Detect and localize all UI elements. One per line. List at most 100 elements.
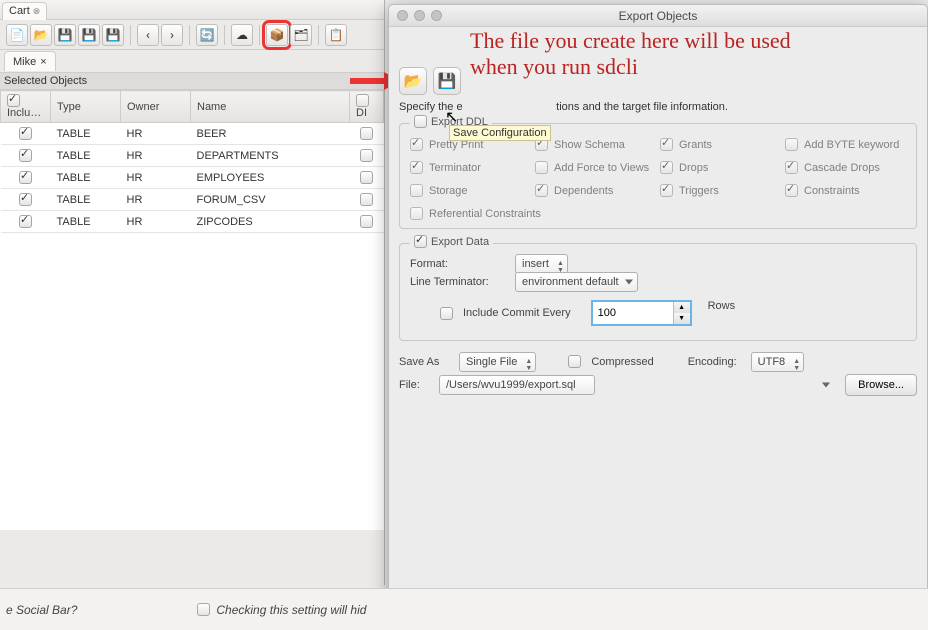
open-config-button[interactable]: 📂 [399, 67, 427, 95]
opt-terminator[interactable]: Terminator [410, 161, 531, 174]
cart-toolbar: 📄 📂 💾 💾 💾 ‹ › 🔄 ☁ 📦 🗂 📋 [0, 20, 384, 50]
save-icon: 💾 [438, 72, 457, 90]
row-include-checkbox[interactable] [19, 193, 32, 206]
opt-storage[interactable]: Storage [410, 184, 531, 197]
save-config-tooltip: Save Configuration [449, 125, 551, 141]
minimize-window-button[interactable] [414, 10, 425, 21]
save-as-select[interactable]: Single File ▲▼ [459, 356, 536, 368]
row-owner: HR [121, 145, 191, 167]
opt-show-schema[interactable]: Show Schema [535, 138, 656, 151]
table-row[interactable]: TABLEHRZIPCODES [1, 211, 384, 233]
opt-dependents[interactable]: Dependents [535, 184, 656, 197]
row-type: TABLE [51, 189, 121, 211]
col-type[interactable]: Type [51, 91, 121, 123]
row-include-checkbox[interactable] [19, 127, 32, 140]
opt-triggers[interactable]: Triggers [660, 184, 781, 197]
open-icon: 📂 [34, 28, 49, 42]
chevron-left-icon: ‹ [146, 28, 150, 42]
opt-ref-constraints[interactable]: Referential Constraints [410, 207, 906, 220]
new-cart-button[interactable]: 📄 [6, 24, 28, 46]
row-ddl-checkbox[interactable] [360, 127, 373, 140]
cart-tab[interactable]: Cart ⊗ [2, 2, 47, 20]
col-name[interactable]: Name [191, 91, 350, 123]
save-as-button[interactable]: 💾 [78, 24, 100, 46]
row-ddl-checkbox[interactable] [360, 171, 373, 184]
format-label: Format: [410, 258, 505, 270]
open-cart-button[interactable]: 📂 [30, 24, 52, 46]
opt-add-byte[interactable]: Add BYTE keyword [785, 138, 906, 151]
close-window-button[interactable] [397, 10, 408, 21]
col-include[interactable]: Inclu… [1, 91, 51, 123]
export-data-group-title: Export Data [410, 235, 493, 248]
back-button[interactable]: ‹ [137, 24, 159, 46]
refresh-icon: 🔄 [200, 28, 215, 42]
row-type: TABLE [51, 167, 121, 189]
export-data-group: Export Data Format: insert ▲▼ Line Termi… [399, 243, 917, 341]
cloud-button[interactable]: ☁ [231, 24, 253, 46]
diff-button[interactable]: 🗂 [290, 24, 312, 46]
encoding-select[interactable]: UTF8 ▲▼ [751, 356, 805, 368]
compressed-checkbox[interactable] [568, 355, 581, 368]
close-icon[interactable]: ⊗ [33, 6, 41, 17]
file-path-combo[interactable]: /Users/wvu1999/export.sql [439, 379, 835, 391]
save-cart-button[interactable]: 💾 [54, 24, 76, 46]
col-owner[interactable]: Owner [121, 91, 191, 123]
dialog-titlebar[interactable]: Export Objects [389, 5, 927, 27]
window-controls[interactable] [397, 10, 442, 21]
dialog-body: 📂 💾 ↖ Save Configuration Specify the eSa… [389, 27, 927, 396]
hide-social-bar-checkbox[interactable] [197, 603, 210, 616]
include-all-checkbox[interactable] [7, 94, 20, 107]
copy-icon: 📋 [329, 28, 344, 42]
row-type: TABLE [51, 211, 121, 233]
row-ddl-checkbox[interactable] [360, 193, 373, 206]
diff-icon: 🗂 [293, 28, 308, 42]
table-row[interactable]: TABLEHRBEER [1, 123, 384, 145]
row-include-checkbox[interactable] [19, 215, 32, 228]
browse-button[interactable]: Browse... [845, 374, 917, 396]
copy-button[interactable]: 📋 [325, 24, 347, 46]
commit-every-spinner[interactable]: ▲ ▼ [591, 300, 692, 326]
encoding-label: Encoding: [688, 356, 737, 368]
opt-constraints[interactable]: Constraints [785, 184, 906, 197]
commit-every-input[interactable] [593, 302, 673, 324]
export-objects-button[interactable]: 📦 [266, 24, 288, 46]
save-config-button[interactable]: 💾 [433, 67, 461, 95]
toolbar-separator [318, 25, 319, 45]
export-data-checkbox[interactable] [414, 235, 427, 248]
export-icon: 📦 [270, 28, 285, 42]
row-name: DEPARTMENTS [191, 145, 350, 167]
row-ddl-checkbox[interactable] [360, 149, 373, 162]
opt-cascade-drops[interactable]: Cascade Drops [785, 161, 906, 174]
row-include-checkbox[interactable] [19, 149, 32, 162]
row-include-checkbox[interactable] [19, 171, 32, 184]
cloud-icon: ☁ [236, 28, 248, 42]
close-icon[interactable]: × [40, 56, 46, 68]
updown-icon: ▲▼ [793, 358, 800, 372]
opt-add-force[interactable]: Add Force to Views [535, 161, 656, 174]
cart-subtab[interactable]: Mike × [4, 51, 56, 71]
save-all-button[interactable]: 💾 [102, 24, 124, 46]
row-name: ZIPCODES [191, 211, 350, 233]
zoom-window-button[interactable] [431, 10, 442, 21]
row-owner: HR [121, 123, 191, 145]
table-row[interactable]: TABLEHRDEPARTMENTS [1, 145, 384, 167]
objects-grid: Inclu… Type Owner Name DI TABLEHRBEERTAB… [0, 90, 384, 530]
opt-drops[interactable]: Drops [660, 161, 781, 174]
bottom-strip: e Social Bar? Checking this setting will… [0, 588, 928, 630]
forward-button[interactable]: › [161, 24, 183, 46]
selected-objects-label: Selected Objects [4, 75, 87, 87]
annotation-text: The file you create here will be used wh… [470, 28, 910, 80]
export-ddl-checkbox[interactable] [414, 115, 427, 128]
refresh-button[interactable]: 🔄 [196, 24, 218, 46]
cart-panel: Cart ⊗ 📄 📂 💾 💾 💾 ‹ › 🔄 ☁ 📦 🗂 📋 Mike × Se… [0, 0, 385, 585]
opt-grants[interactable]: Grants [660, 138, 781, 151]
table-row[interactable]: TABLEHRFORUM_CSV [1, 189, 384, 211]
spinner-up-button[interactable]: ▲ [674, 302, 690, 313]
row-ddl-checkbox[interactable] [360, 215, 373, 228]
include-commit-checkbox[interactable] [440, 307, 453, 320]
spinner-down-button[interactable]: ▼ [674, 313, 690, 324]
dialog-instruction: Specify the eSave Configurationtions and… [399, 101, 917, 113]
format-select[interactable]: insert ▲▼ [515, 258, 568, 270]
table-row[interactable]: TABLEHREMPLOYEES [1, 167, 384, 189]
line-terminator-select[interactable]: environment default [515, 276, 638, 288]
